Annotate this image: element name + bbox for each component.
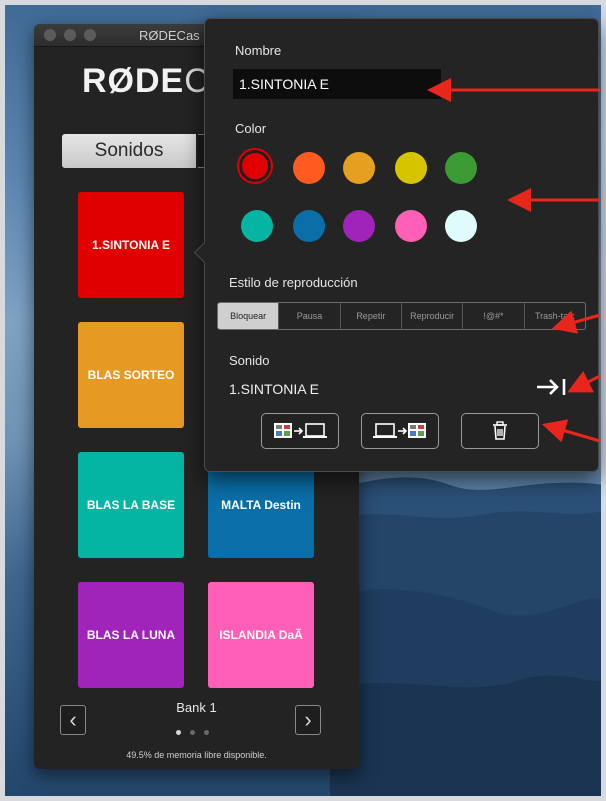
window-title: RØDECas [139, 28, 200, 43]
playback-style-label: Estilo de reproducción [229, 275, 358, 290]
pad-settings-popover: Nombre Color Estilo de reproducción Bloq… [193, 18, 599, 472]
color-swatch-pink[interactable] [395, 210, 427, 242]
zoom-window-button[interactable] [84, 29, 96, 41]
chevron-right-icon: › [304, 707, 312, 732]
color-swatch-green[interactable] [445, 152, 477, 184]
pad-2[interactable]: BLAS SORTEO [78, 322, 184, 428]
import-to-device-button[interactable] [361, 413, 439, 449]
pad-3[interactable]: BLAS LA BASE [78, 452, 184, 558]
pad-1[interactable]: 1.SINTONIA E [78, 192, 184, 298]
color-swatch-blue[interactable] [293, 210, 325, 242]
sound-file-name: 1.SINTONIA E [229, 381, 319, 397]
color-swatch-purple[interactable] [343, 210, 375, 242]
page-dot-3[interactable] [204, 730, 209, 735]
color-swatch-teal[interactable] [241, 210, 273, 242]
logo-bold-text: RØDE [82, 62, 185, 100]
tab-sonidos[interactable]: Sonidos [62, 134, 196, 168]
playback-mode-pausa[interactable]: Pausa [279, 303, 341, 329]
playback-mode-bloquear[interactable]: Bloquear [218, 303, 280, 329]
playback-mode-trash-talk[interactable]: Trash-talk [525, 303, 585, 329]
trash-icon [493, 421, 507, 440]
memory-status: 49.5% de memoria libre disponible. [126, 750, 267, 760]
playback-style-control: Bloquear Pausa Repetir Reproducir !@#* T… [217, 302, 586, 330]
color-swatch-red[interactable] [239, 150, 271, 182]
color-swatch-white[interactable] [445, 210, 477, 242]
color-swatch-amber[interactable] [343, 152, 375, 184]
computer-to-device-icon [373, 423, 426, 438]
playback-mode-reproducir[interactable]: Reproducir [402, 303, 464, 329]
page-dot-2[interactable] [190, 730, 195, 735]
delete-sound-button[interactable] [461, 413, 539, 449]
close-window-button[interactable] [44, 29, 56, 41]
color-label: Color [235, 121, 267, 136]
pad-5[interactable]: BLAS LA LUNA [78, 582, 184, 688]
bank-next-button[interactable]: › [295, 705, 321, 735]
minimize-window-button[interactable] [64, 29, 76, 41]
device-to-computer-icon [274, 423, 327, 438]
color-swatch-yellow[interactable] [395, 152, 427, 184]
pad-6[interactable]: ISLANDIA DaÃ [208, 582, 314, 688]
export-to-computer-button[interactable] [261, 413, 339, 449]
name-label: Nombre [235, 43, 282, 58]
sound-label: Sonido [229, 353, 270, 368]
playback-mode-repetir[interactable]: Repetir [341, 303, 402, 329]
color-swatch-orange[interactable] [293, 152, 325, 184]
pad-name-input[interactable] [233, 69, 441, 99]
desktop-terrain [330, 477, 606, 801]
playback-mode-censor[interactable]: !@#* [463, 303, 525, 329]
page-dot-1[interactable] [176, 730, 181, 735]
load-sound-icon[interactable] [533, 375, 569, 399]
rode-logo: RØDEC [82, 62, 210, 101]
